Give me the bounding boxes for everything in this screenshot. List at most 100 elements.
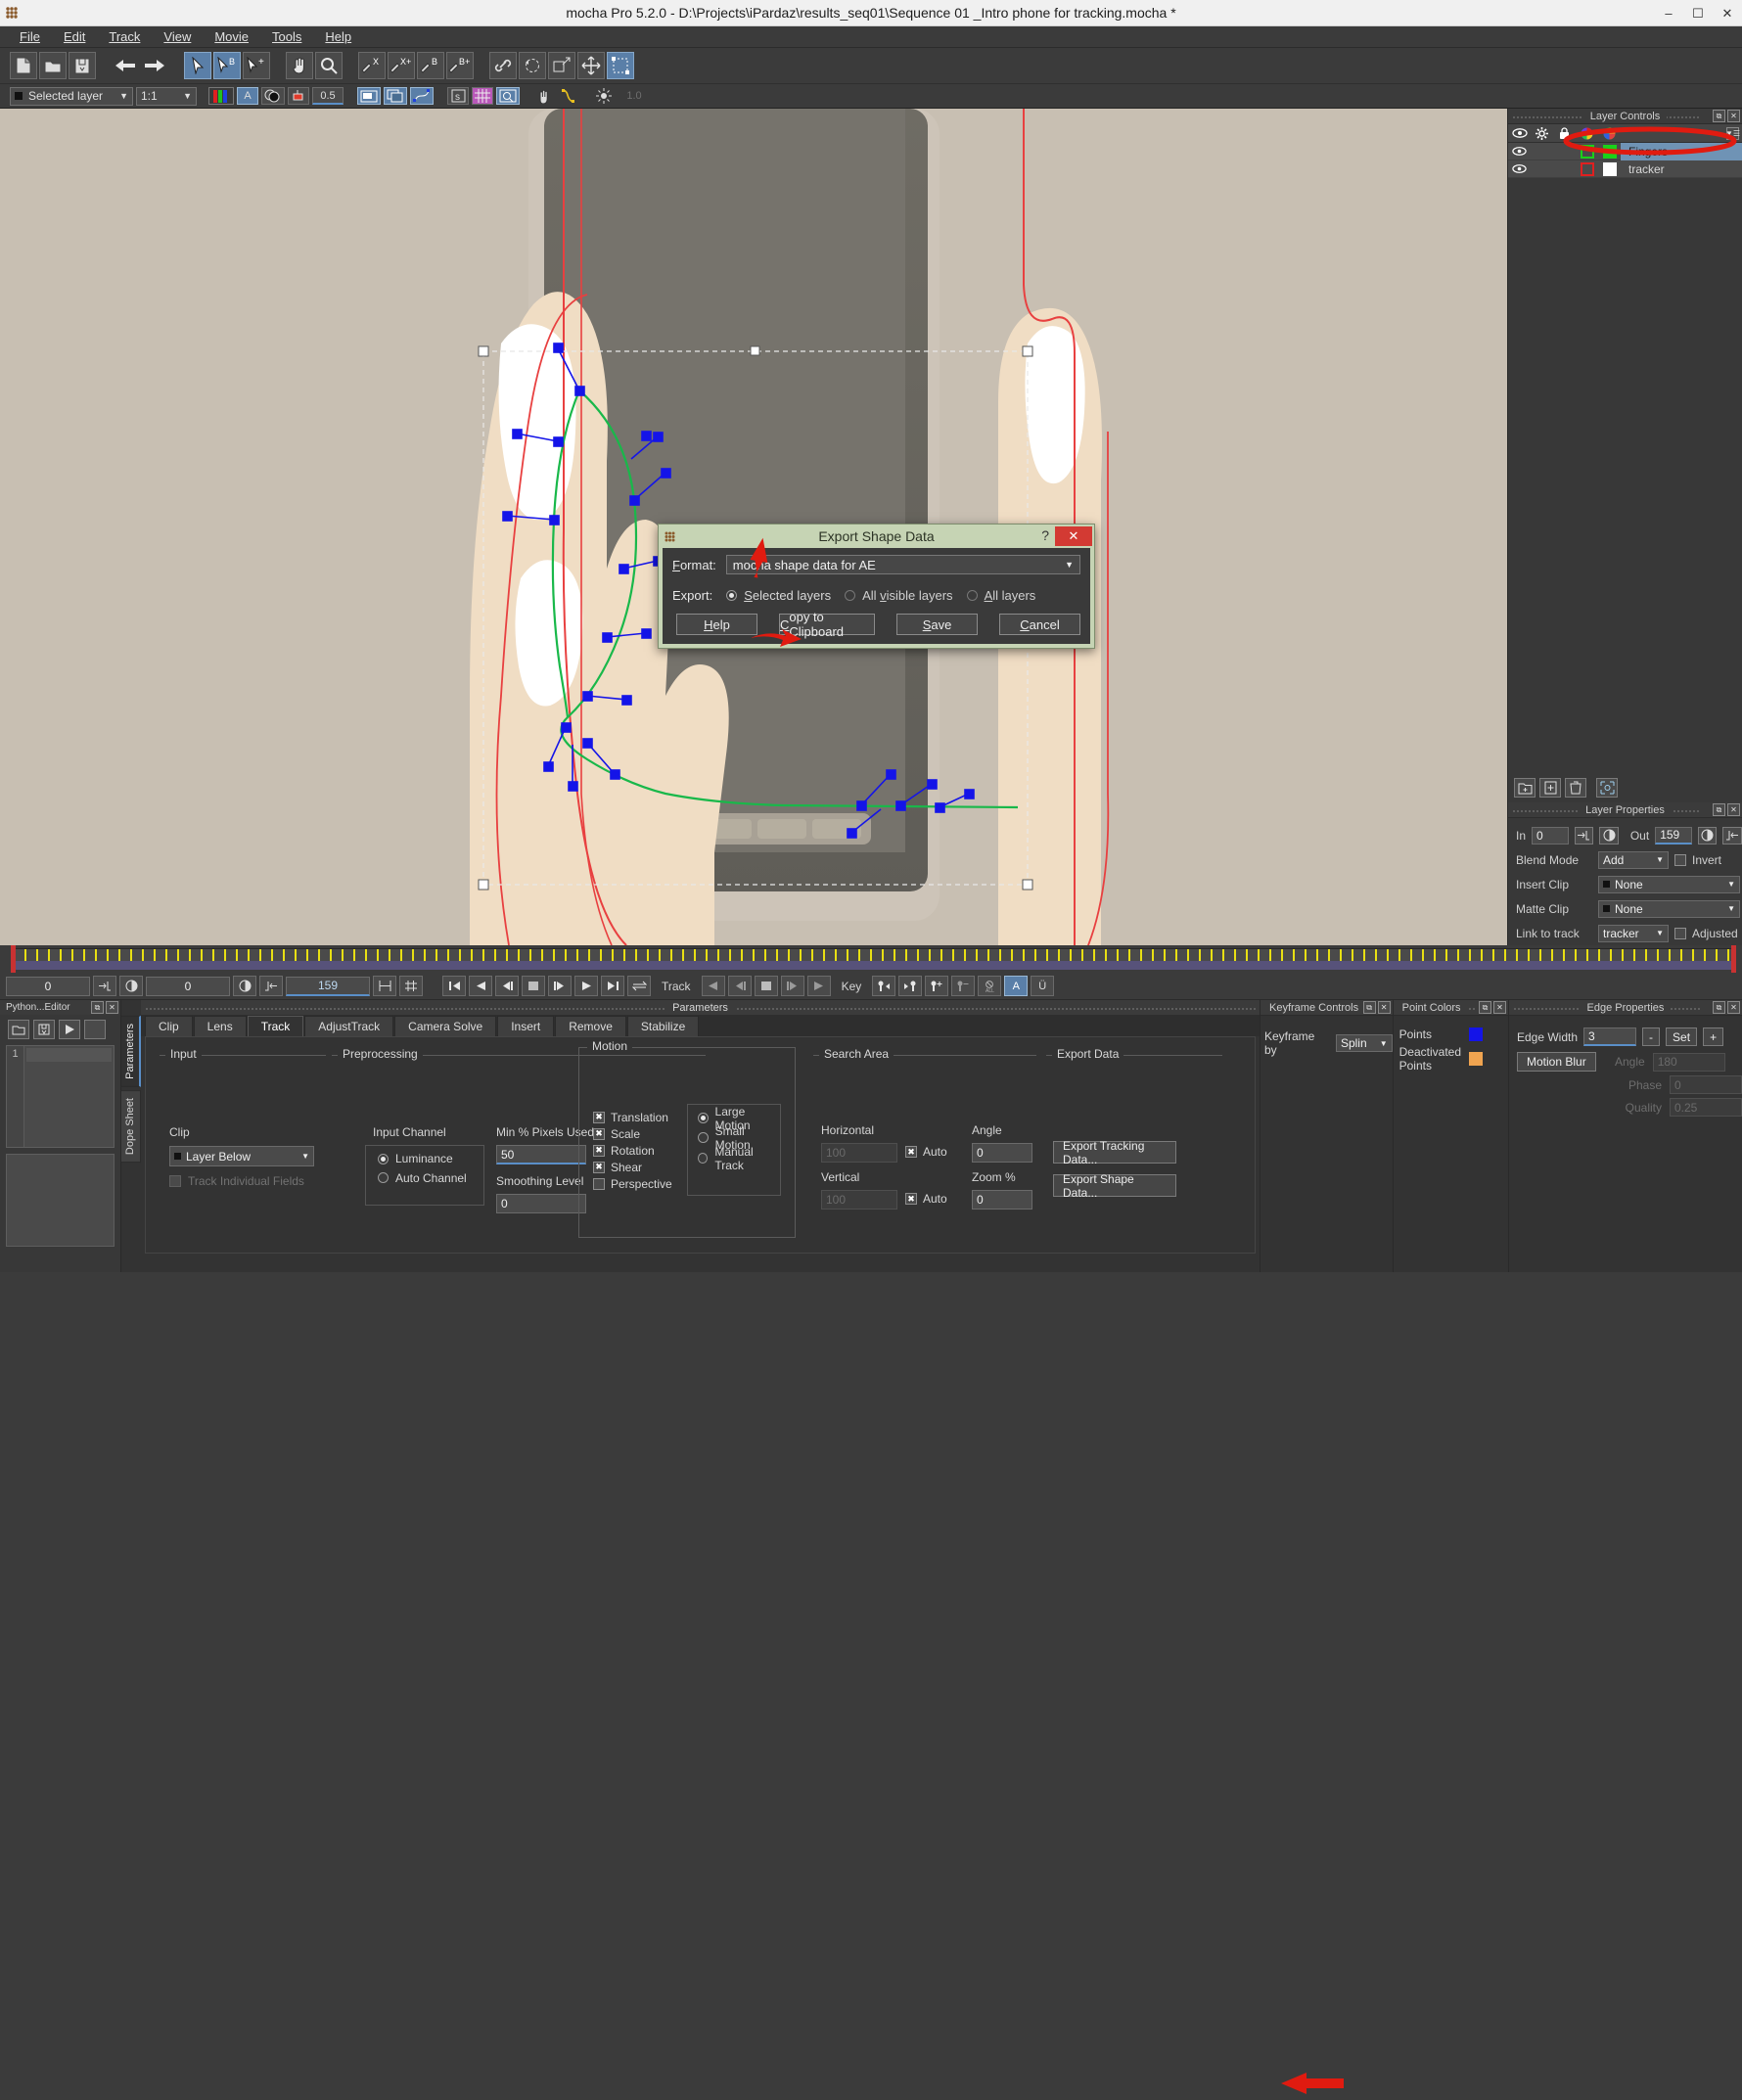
rotation-checkbox[interactable]: ✖ — [593, 1144, 605, 1157]
smoothing-level-field[interactable]: 0 — [496, 1194, 586, 1213]
set-out-icon[interactable] — [259, 976, 283, 996]
python-code-editor[interactable]: 1 — [6, 1045, 115, 1148]
dialog-save-button[interactable]: Save — [896, 614, 979, 635]
stabilize-view-icon[interactable]: s — [447, 87, 469, 105]
fit-layer-button[interactable] — [1596, 778, 1618, 798]
deactivated-points-color-swatch[interactable] — [1469, 1052, 1483, 1066]
transform-layer-icon[interactable] — [607, 52, 634, 79]
track-forward-button[interactable] — [806, 976, 831, 996]
scale-layer-icon[interactable] — [548, 52, 575, 79]
keyframe-controls-float-button[interactable]: ⧉ — [1362, 1001, 1376, 1014]
alpha-channel-icon[interactable]: A — [237, 87, 258, 105]
track-step-backward-button[interactable] — [727, 976, 752, 996]
menu-track[interactable]: Track — [97, 27, 152, 46]
export-tracking-data-button[interactable]: Export Tracking Data... — [1053, 1139, 1176, 1166]
check-shear[interactable]: ✖ Shear — [593, 1159, 679, 1175]
radio-selected-layers[interactable]: Selected layers — [726, 585, 831, 606]
xspline-add-tool-icon[interactable]: X+ — [388, 52, 415, 79]
python-editor-close-button[interactable]: ✕ — [106, 1001, 118, 1014]
bezier-tool-icon[interactable]: B — [417, 52, 444, 79]
layer-scope-dropdown[interactable]: Selected layer ▼ — [10, 86, 133, 106]
layer-controls-float-button[interactable]: ⧉ — [1713, 110, 1725, 122]
select-bezier-tool-icon[interactable]: B — [213, 52, 241, 79]
python-code-line[interactable] — [24, 1046, 114, 1147]
delete-layer-button[interactable] — [1565, 778, 1586, 798]
go-to-end-button[interactable] — [601, 976, 624, 996]
dialog-help-button[interactable]: Help — [676, 614, 757, 635]
step-forward-button[interactable] — [548, 976, 572, 996]
vertical-auto-row[interactable]: ✖ Auto — [905, 1192, 947, 1206]
forward-arrow-icon[interactable] — [141, 52, 168, 79]
open-project-icon[interactable] — [39, 52, 67, 79]
go-to-start-button[interactable] — [442, 976, 466, 996]
track-individual-fields-checkbox[interactable] — [169, 1175, 181, 1187]
python-stop-button[interactable] — [84, 1020, 106, 1039]
set-in-icon[interactable] — [93, 976, 116, 996]
zoom-window-icon[interactable] — [496, 87, 520, 105]
zoom-percent-field[interactable]: 0 — [972, 1190, 1032, 1210]
edge-width-field[interactable]: 3 — [1583, 1027, 1637, 1046]
show-spline-points-icon[interactable] — [410, 87, 434, 105]
export-shape-data-dialog[interactable]: Export Shape Data ? ✕ Format: mocha shap… — [658, 524, 1095, 649]
in-halfcircle-transport-icon[interactable] — [119, 976, 143, 996]
keyframe-by-dropdown[interactable]: Splin ▼ — [1335, 1034, 1393, 1052]
fill-color-bucket-icon[interactable] — [288, 87, 309, 105]
show-surface-icon[interactable] — [357, 87, 381, 105]
delete-all-keyframes-button[interactable]: ALL — [978, 976, 1002, 996]
fit-range-icon[interactable] — [373, 976, 396, 996]
matte-clip-dropdown[interactable]: None ▼ — [1598, 899, 1740, 918]
motion-blur-button[interactable]: Motion Blur — [1517, 1052, 1596, 1072]
layer-visibility-toggle-tracker[interactable] — [1508, 164, 1531, 173]
add-keyframe-button[interactable] — [925, 976, 949, 996]
link-chain-icon[interactable] — [489, 52, 517, 79]
dialog-help-icon[interactable]: ? — [1041, 527, 1049, 543]
keyframe-controls-close-button[interactable]: ✕ — [1377, 1001, 1391, 1014]
set-out-point-icon[interactable] — [1722, 826, 1742, 845]
close-button[interactable]: ✕ — [1713, 0, 1742, 26]
menu-tools[interactable]: Tools — [260, 27, 313, 46]
check-rotation[interactable]: ✖ Rotation — [593, 1142, 679, 1159]
tab-insert[interactable]: Insert — [497, 1016, 555, 1036]
in-field[interactable]: 0 — [1532, 826, 1569, 845]
remove-keyframe-button[interactable] — [951, 976, 976, 996]
format-dropdown[interactable]: mocha shape data for AE ▼ — [725, 555, 1080, 574]
scale-checkbox[interactable]: ✖ — [593, 1127, 605, 1140]
zoom-magnifier-icon[interactable] — [315, 52, 343, 79]
horizontal-auto-row[interactable]: ✖ Auto — [905, 1145, 947, 1159]
timeline-endmarker[interactable] — [1731, 945, 1736, 973]
vertical-field[interactable]: 100 — [821, 1190, 897, 1210]
clip-dropdown[interactable]: Layer Below ▼ — [169, 1146, 314, 1166]
play-backward-button[interactable] — [469, 976, 492, 996]
edge-properties-close-button[interactable]: ✕ — [1727, 1001, 1740, 1014]
out-frame-field[interactable]: 159 — [286, 976, 370, 996]
tab-camera-solve[interactable]: Camera Solve — [394, 1016, 497, 1036]
layer-outline-swatch-tracker[interactable] — [1576, 161, 1598, 176]
points-color-swatch[interactable] — [1469, 1027, 1483, 1041]
tab-clip[interactable]: Clip — [145, 1016, 193, 1036]
rotate-handle-icon[interactable] — [519, 52, 546, 79]
matte-overlay-icon[interactable] — [261, 87, 285, 105]
vertical-auto-checkbox[interactable]: ✖ — [905, 1193, 917, 1205]
horizontal-auto-checkbox[interactable]: ✖ — [905, 1146, 917, 1158]
set-in-point-icon[interactable] — [1574, 826, 1594, 845]
spline-path-icon[interactable] — [558, 87, 579, 105]
radio-all-layers[interactable]: All layers — [966, 585, 1035, 606]
tab-lens[interactable]: Lens — [193, 1016, 247, 1036]
timeline-ruler[interactable] — [0, 945, 1742, 973]
layer-properties-float-button[interactable]: ⧉ — [1713, 803, 1725, 816]
opacity-value[interactable]: 0.5 — [312, 87, 344, 105]
python-save-button[interactable] — [33, 1020, 55, 1039]
in-halfcircle-icon[interactable] — [1599, 826, 1619, 845]
point-colors-close-button[interactable]: ✕ — [1493, 1001, 1506, 1014]
layer-visibility-toggle-fingers[interactable] — [1508, 147, 1531, 156]
link-to-track-dropdown[interactable]: tracker ▼ — [1598, 924, 1669, 942]
python-open-button[interactable] — [8, 1020, 29, 1039]
track-backward-button[interactable] — [701, 976, 725, 996]
check-perspective[interactable]: ✖ Perspective — [593, 1175, 679, 1192]
perspective-checkbox[interactable]: ✖ — [593, 1177, 605, 1190]
back-arrow-icon[interactable] — [112, 52, 139, 79]
track-stop-button[interactable] — [754, 976, 778, 996]
new-layer-button[interactable] — [1539, 778, 1561, 798]
next-keyframe-button[interactable] — [898, 976, 923, 996]
point-colors-float-button[interactable]: ⧉ — [1479, 1001, 1491, 1014]
